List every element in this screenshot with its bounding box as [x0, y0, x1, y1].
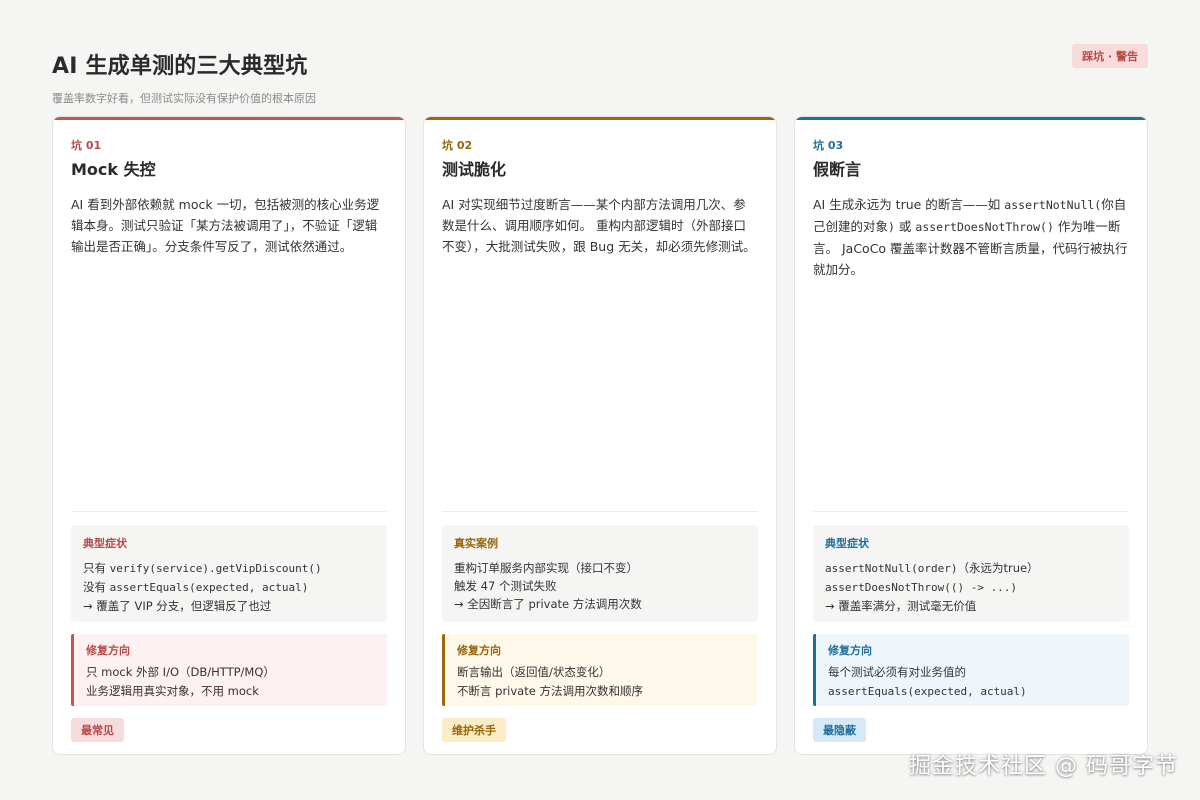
- card-tag: 坑 02: [442, 139, 473, 152]
- symptom-line: 只有 verify(service).getVipDiscount(): [83, 561, 322, 575]
- watermark: 掘金技术社区 @ 码哥字节: [909, 754, 1178, 779]
- fix-line: 不断言 private 方法调用次数和顺序: [457, 684, 643, 698]
- symptom-line: assertNotNull(order)（永远为true）: [825, 561, 1039, 575]
- pitfall-card-brittle: 坑 02 测试脆化 AI 对实现细节过度断言——某个内部方法调用几次、参数是什么…: [423, 116, 777, 755]
- page-subtitle: 覆盖率数字好看，但测试实际没有保护价值的根本原因: [52, 92, 316, 105]
- page-title: AI 生成单测的三大典型坑: [52, 54, 308, 79]
- card-description: AI 生成永远为 true 的断言——如 assertNotNull(你自己创建…: [813, 197, 1128, 277]
- pitfall-card-mock: 坑 01 Mock 失控 AI 看到外部依赖就 mock 一切，包括被测的核心业…: [52, 116, 406, 755]
- case-box: 真实案例 重构订单服务内部实现（接口不变） 触发 47 个测试失败 → 全因断言…: [442, 525, 758, 622]
- card-accent-bar: [795, 117, 1147, 120]
- card-description: AI 对实现细节过度断言——某个内部方法调用几次、参数是什么、调用顺序如何。 重…: [442, 197, 756, 254]
- fix-line: 只 mock 外部 I/O（DB/HTTP/MQ）: [86, 665, 275, 679]
- fix-line: 业务逻辑用真实对象，不用 mock: [86, 684, 259, 698]
- card-badge: 最常见: [71, 718, 124, 742]
- card-title: Mock 失控: [71, 160, 156, 179]
- card-badge: 维护杀手: [442, 718, 506, 742]
- symptom-box: 典型症状 只有 verify(service).getVipDiscount()…: [71, 525, 387, 622]
- symptom-line: → 覆盖率满分，测试毫无价值: [825, 599, 977, 613]
- card-title: 测试脆化: [442, 160, 507, 179]
- symptom-box: 典型症状 assertNotNull(order)（永远为true） asser…: [813, 525, 1129, 622]
- fix-box: 修复方向 断言输出（返回值/状态变化） 不断言 private 方法调用次数和顺…: [442, 634, 758, 706]
- page-header: AI 生成单测的三大典型坑 覆盖率数字好看，但测试实际没有保护价值的根本原因 踩…: [52, 44, 1148, 105]
- fix-line: assertEquals(expected, actual): [828, 685, 1027, 698]
- symptom-title: 典型症状: [825, 537, 869, 550]
- divider: [71, 511, 387, 512]
- card-accent-bar: [424, 117, 776, 120]
- fix-title: 修复方向: [457, 644, 501, 657]
- symptom-line: 没有 assertEquals(expected, actual): [83, 580, 309, 594]
- fix-line: 每个测试必须有对业务值的: [828, 665, 966, 679]
- fix-box: 修复方向 只 mock 外部 I/O（DB/HTTP/MQ） 业务逻辑用真实对象…: [71, 634, 387, 706]
- fix-box: 修复方向 每个测试必须有对业务值的 assertEquals(expected,…: [813, 634, 1129, 706]
- case-line: → 全因断言了 private 方法调用次数: [454, 597, 642, 611]
- case-title: 真实案例: [454, 537, 498, 550]
- card-accent-bar: [53, 117, 405, 120]
- pitfall-card-fake-assert: 坑 03 假断言 AI 生成永远为 true 的断言——如 assertNotN…: [794, 116, 1148, 755]
- divider: [813, 511, 1129, 512]
- card-tag: 坑 01: [71, 139, 102, 152]
- card-badge: 最隐蔽: [813, 718, 866, 742]
- divider: [442, 511, 758, 512]
- card-description: AI 看到外部依赖就 mock 一切，包括被测的核心业务逻辑本身。测试只验证「某…: [71, 197, 380, 254]
- fix-line: 断言输出（返回值/状态变化）: [457, 665, 611, 679]
- warning-badge: 踩坑 · 警告: [1072, 44, 1148, 68]
- symptom-title: 典型症状: [83, 537, 127, 550]
- fix-title: 修复方向: [86, 644, 130, 657]
- symptom-line: assertDoesNotThrow(() -> ...): [825, 581, 1018, 594]
- card-title: 假断言: [813, 160, 862, 179]
- fix-title: 修复方向: [828, 644, 872, 657]
- case-line: 重构订单服务内部实现（接口不变）: [454, 561, 638, 575]
- card-tag: 坑 03: [813, 139, 844, 152]
- case-line: 触发 47 个测试失败: [454, 579, 557, 593]
- symptom-line: → 覆盖了 VIP 分支，但逻辑反了也过: [83, 599, 272, 613]
